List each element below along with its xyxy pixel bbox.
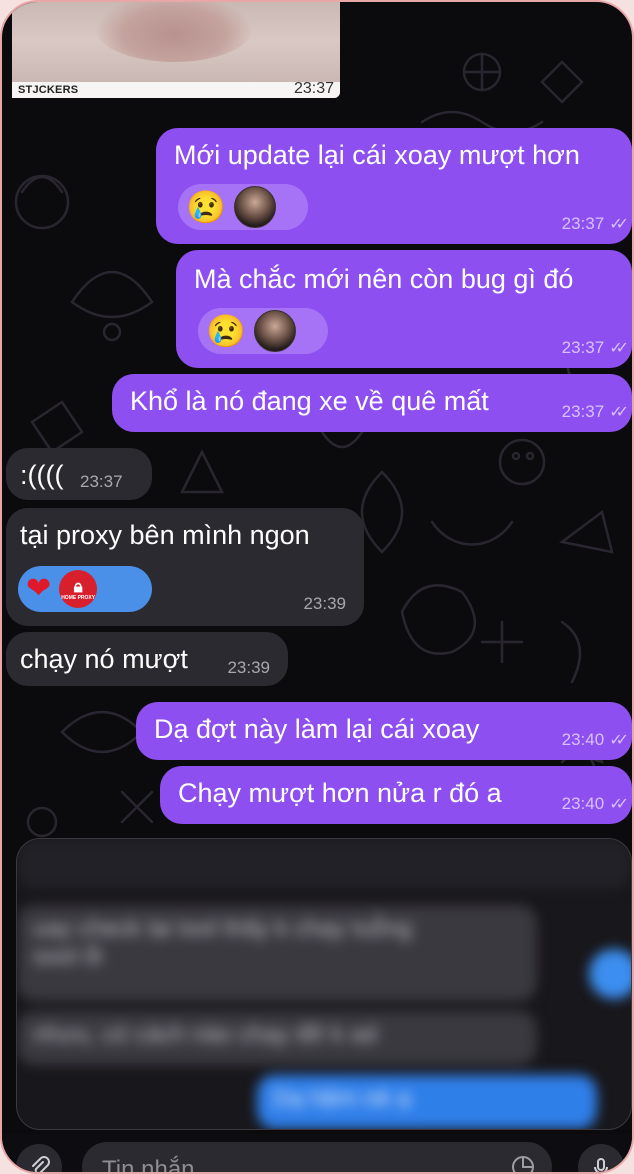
message-meta: 23:39 [303,594,346,614]
badge-text: HOME PROXY [61,594,96,601]
blurred-header [17,839,631,889]
message-time: 23:40 [561,794,605,813]
chat-screen: STJCKERS 23:37 Mới update lại cái xoay m… [0,0,634,1174]
message-time: 23:39 [303,594,346,613]
crying-face-emoji: 😢 [206,313,246,349]
blurred-screenshot-preview[interactable]: uay check lại tool thấy k chạy tuỗng soo… [16,838,632,1130]
read-checkmarks-icon: ✓✓ [609,732,629,749]
lock-icon: 🔒︎ [73,576,83,596]
incoming-message[interactable]: tại proxy bên mình ngon ❤ 🔒︎ HOME PROXY … [6,508,364,626]
message-input[interactable]: Tin nhắn [82,1142,552,1174]
message-time: 23:40 [561,730,605,749]
message-meta: 23:40 ✓✓ [561,730,629,750]
blurred-button [589,949,631,999]
message-text: Mà chắc mới nên còn bug gì đó [194,264,574,294]
read-checkmarks-icon: ✓✓ [609,340,629,357]
blurred-message: Dạ hệm nè ạ [257,1075,597,1129]
message-text: Khổ là nó đang xe về quê mất [130,386,489,416]
reaction-chip[interactable]: 😢 [198,308,328,354]
reaction-chip[interactable]: ❤ 🔒︎ HOME PROXY [18,566,152,612]
reactor-avatar [253,310,296,352]
home-proxy-logo-icon: 🔒︎ HOME PROXY [59,570,98,608]
incoming-message[interactable]: chạy nó mượt 23:39 [6,632,288,686]
read-checkmarks-icon: ✓✓ [609,216,629,233]
sticker-tag: STJCKERS [18,84,79,96]
blurred-content: uay check lại tool thấy k chạy tuỗng soo… [17,839,631,1129]
message-time: 23:37 [561,338,605,357]
sticker-image[interactable]: STJCKERS 23:37 [12,2,340,98]
incoming-message[interactable]: :(((( 23:37 [6,448,152,500]
message-time: 23:37 [561,214,605,233]
crying-face-emoji: 😢 [186,189,226,225]
blurred-text: nhưu, có cách nào chạy đỡ k ad [33,1021,378,1048]
blurred-text: sool ổi [33,943,103,970]
message-time: 23:37 [293,80,334,97]
message-time: 23:37 [561,402,605,421]
reaction-chip[interactable]: 😢 [178,184,308,230]
message-time: 23:39 [227,658,270,677]
blurred-message: uay check lại tool thấy k chạy tuỗng soo… [17,905,537,1001]
outgoing-message[interactable]: Dạ đợt này làm lại cái xoay 23:40 ✓✓ [136,702,632,760]
outgoing-message[interactable]: Khổ là nó đang xe về quê mất 23:37 ✓✓ [112,374,632,432]
message-meta: 23:39 [227,658,270,678]
microphone-icon [594,1158,608,1172]
blurred-message: nhưu, có cách nào chạy đỡ k ad [17,1011,537,1065]
message-text: tại proxy bên mình ngon [20,520,310,550]
message-input-placeholder: Tin nhắn [102,1156,195,1174]
message-meta: 23:37 ✓✓ [561,338,629,358]
read-checkmarks-icon: ✓✓ [609,796,629,813]
outgoing-message[interactable]: Mới update lại cái xoay mượt hơn 😢 23:37… [156,128,632,244]
sticker-icon[interactable] [510,1154,536,1174]
heart-emoji: ❤ [26,572,52,605]
message-meta: 23:37 ✓✓ [561,214,629,234]
outgoing-message[interactable]: Mà chắc mới nên còn bug gì đó 😢 23:37 ✓✓ [176,250,632,368]
message-time: 23:37 [80,472,123,491]
blurred-text: uay check lại tool thấy k chạy tuỗng [33,915,412,942]
photo-subject [94,2,254,62]
message-meta: 23:37 ✓✓ [561,402,629,422]
message-text: Chạy mượt hơn nửa r đó a [178,778,502,808]
blurred-text: Dạ hệm nè ạ [273,1085,411,1112]
message-text: Mới update lại cái xoay mượt hơn [174,140,580,170]
message-meta: 23:40 ✓✓ [561,794,629,814]
message-text: Dạ đợt này làm lại cái xoay [154,714,480,744]
message-meta: 23:37 [80,472,123,492]
paperclip-icon [32,1156,50,1172]
message-text: chạy nó mượt [20,644,188,674]
reactor-avatar [233,186,276,228]
read-checkmarks-icon: ✓✓ [609,404,629,421]
outgoing-message[interactable]: Chạy mượt hơn nửa r đó a 23:40 ✓✓ [160,766,632,824]
message-text: :(((( [20,460,64,490]
